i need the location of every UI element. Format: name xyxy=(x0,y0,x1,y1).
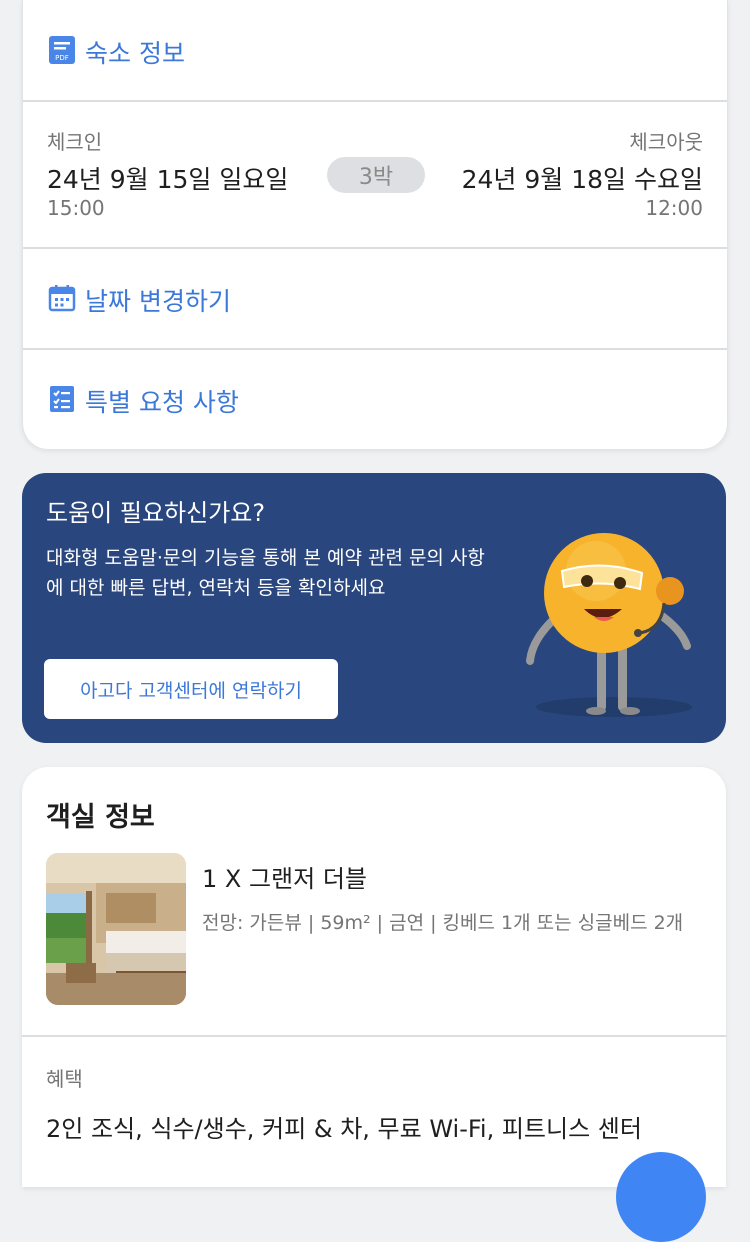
booking-card: PDF 숙소 정보 체크인 24년 9월 15일 일요일 15:00 3박 체크… xyxy=(22,0,728,449)
change-dates-link[interactable]: 날짜 변경하기 xyxy=(23,270,727,326)
divider xyxy=(22,1035,726,1037)
divider xyxy=(23,100,727,102)
room-details: 전망: 가든뷰 | 59m² | 금연 | 킹베드 1개 또는 싱글베드 2개 xyxy=(202,912,684,934)
benefits-label: 혜택 xyxy=(46,1067,83,1091)
room-name: 1 X 그랜저 더블 xyxy=(202,865,367,893)
room-photo[interactable] xyxy=(46,853,186,1005)
checkin-label: 체크인 xyxy=(47,130,103,154)
support-mascot-icon xyxy=(526,533,692,717)
checkout-date: 24년 9월 18일 수요일 xyxy=(461,165,703,194)
checkin-date: 24년 9월 15일 일요일 xyxy=(47,165,289,194)
chat-fab-button[interactable] xyxy=(616,1152,706,1242)
room-card: 객실 정보 1 X 그랜저 더블 전망: 가든뷰 | 59m² | 금연 | 킹… xyxy=(22,767,726,1187)
divider xyxy=(23,247,727,249)
change-dates-label: 날짜 변경하기 xyxy=(85,287,231,316)
pdf-icon: PDF xyxy=(47,35,77,65)
help-description: 대화형 도움말·문의 기능을 통해 본 예약 관련 문의 사항에 대한 빠른 답… xyxy=(46,547,485,599)
checklist-icon xyxy=(47,384,77,414)
contact-support-button[interactable]: 아고다 고객센터에 연락하기 xyxy=(44,659,338,719)
property-info-label: 숙소 정보 xyxy=(85,39,185,68)
nights-badge: 3박 xyxy=(327,157,425,193)
property-info-link[interactable]: PDF 숙소 정보 xyxy=(23,22,727,78)
special-requests-link[interactable]: 특별 요청 사항 xyxy=(23,371,727,427)
svg-text:PDF: PDF xyxy=(55,54,69,62)
divider xyxy=(23,348,727,350)
calendar-icon xyxy=(47,283,77,313)
benefits-text: 2인 조식, 식수/생수, 커피 & 차, 무료 Wi-Fi, 피트니스 센터 xyxy=(46,1115,642,1143)
special-requests-label: 특별 요청 사항 xyxy=(85,388,239,417)
help-title: 도움이 필요하신가요? xyxy=(46,499,266,527)
checkout-time: 12:00 xyxy=(645,196,703,220)
checkout-label: 체크아웃 xyxy=(629,130,703,154)
room-section-title: 객실 정보 xyxy=(46,802,155,833)
help-card: 도움이 필요하신가요? 대화형 도움말·문의 기능을 통해 본 예약 관련 문의… xyxy=(22,473,726,743)
checkin-time: 15:00 xyxy=(47,196,105,220)
